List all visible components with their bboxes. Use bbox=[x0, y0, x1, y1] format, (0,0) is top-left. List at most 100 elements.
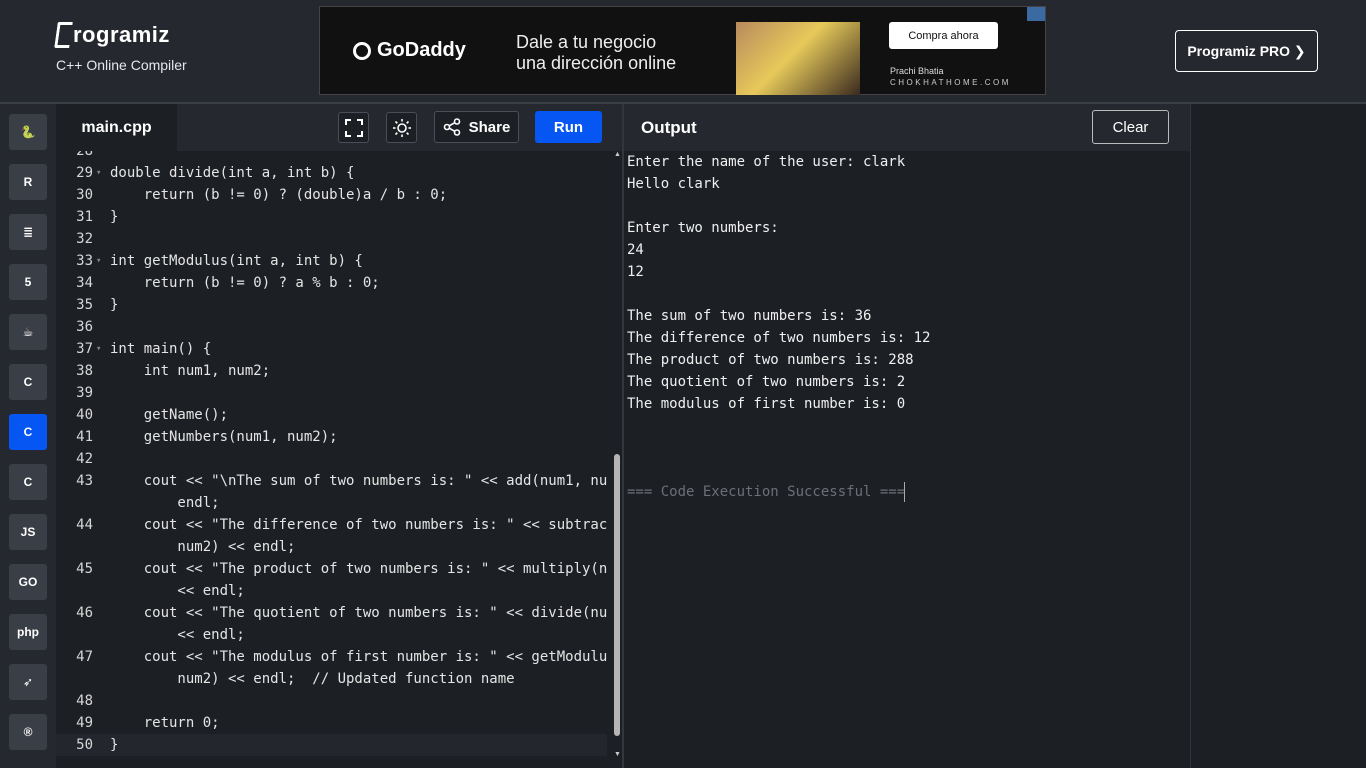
code-line[interactable]: 42 bbox=[56, 448, 607, 470]
code-text: } bbox=[110, 737, 119, 753]
scroll-down-icon[interactable]: ▼ bbox=[613, 751, 622, 758]
fold-arrow-icon[interactable]: ▾ bbox=[96, 162, 101, 184]
code-line[interactable]: << endl; bbox=[56, 624, 607, 646]
language-button-python[interactable]: 🐍 bbox=[9, 114, 47, 150]
code-text: << endl; bbox=[110, 583, 245, 599]
line-number: 49 bbox=[76, 715, 93, 731]
language-button-javascript[interactable]: JS bbox=[9, 514, 47, 550]
code-line[interactable]: 35} bbox=[56, 294, 607, 316]
programiz-pro-button[interactable]: Programiz PRO ❯ bbox=[1175, 30, 1318, 72]
ad-person-name: Prachi Bhatia bbox=[890, 66, 944, 76]
language-button-r[interactable]: R bbox=[9, 164, 47, 200]
code-line[interactable]: 44 cout << "The difference of two number… bbox=[56, 514, 607, 536]
code-line[interactable]: 50} bbox=[56, 734, 607, 756]
run-button[interactable]: Run bbox=[535, 111, 602, 143]
line-number: 46 bbox=[76, 605, 93, 621]
code-line[interactable]: 48 bbox=[56, 690, 607, 712]
code-text: getName(); bbox=[110, 407, 229, 423]
code-line[interactable]: 38 int num1, num2; bbox=[56, 360, 607, 382]
code-text: return 0; bbox=[110, 715, 220, 731]
share-button[interactable]: Share bbox=[434, 111, 519, 143]
top-bar: rogramiz C++ Online Compiler GoDaddy Dal… bbox=[0, 0, 1366, 104]
code-line[interactable]: 36 bbox=[56, 316, 607, 338]
output-line: The difference of two numbers is: 12 bbox=[627, 330, 931, 346]
output-line: The product of two numbers is: 288 bbox=[627, 352, 914, 368]
rust-icon: ® bbox=[23, 725, 33, 739]
line-number: 37 bbox=[76, 341, 93, 357]
code-line[interactable]: 40 getName(); bbox=[56, 404, 607, 426]
share-icon bbox=[443, 118, 460, 136]
language-button-c[interactable]: C bbox=[9, 364, 47, 400]
javascript-icon: JS bbox=[20, 525, 36, 539]
code-line[interactable]: num2) << endl; bbox=[56, 536, 607, 558]
code-text: endl; bbox=[110, 495, 220, 511]
scroll-up-icon[interactable]: ▲ bbox=[613, 151, 622, 158]
code-line[interactable]: 41 getNumbers(num1, num2); bbox=[56, 426, 607, 448]
code-text: } bbox=[110, 209, 119, 225]
code-line[interactable]: 31} bbox=[56, 206, 607, 228]
editor-toolbar: main.cpp Share Run bbox=[56, 104, 622, 151]
editor-scrollbar-thumb[interactable] bbox=[614, 454, 620, 736]
editor-scrollbar[interactable]: ▲ ▼ bbox=[613, 151, 622, 758]
ad-close-icon[interactable] bbox=[1027, 7, 1045, 21]
output-line: 24 bbox=[627, 242, 644, 258]
code-text: cout << "The difference of two numbers i… bbox=[110, 517, 608, 533]
language-button-sql[interactable]: ≣ bbox=[9, 214, 47, 250]
code-text: num2) << endl; // Updated function name bbox=[110, 671, 515, 687]
output-line: 12 bbox=[627, 264, 644, 280]
code-text: int getModulus(int a, int b) { bbox=[110, 253, 363, 269]
code-text: } bbox=[110, 297, 119, 313]
line-number: 40 bbox=[76, 407, 93, 423]
language-button-php[interactable]: php bbox=[9, 614, 47, 650]
code-line[interactable]: 28 bbox=[56, 151, 607, 162]
line-number: 43 bbox=[76, 473, 93, 489]
line-number: 34 bbox=[76, 275, 93, 291]
language-button-csharp[interactable]: C bbox=[9, 464, 47, 500]
code-line[interactable]: 33 ▾ int getModulus(int a, int b) { bbox=[56, 250, 607, 272]
language-button-rust[interactable]: ® bbox=[9, 714, 47, 750]
code-line[interactable]: << endl; bbox=[56, 580, 607, 602]
java-icon: ☕ bbox=[22, 325, 34, 339]
code-line[interactable]: 43 cout << "\nThe sum of two numbers is:… bbox=[56, 470, 607, 492]
code-line[interactable]: 47 cout << "The modulus of first number … bbox=[56, 646, 607, 668]
ad-cta-button[interactable]: Compra ahora bbox=[889, 22, 998, 49]
code-line[interactable]: 49 return 0; bbox=[56, 712, 607, 734]
code-line[interactable]: 30 return (b != 0) ? (double)a / b : 0; bbox=[56, 184, 607, 206]
code-editor[interactable]: 28 29 ▾ double divide(int a, int b) {30 ret… bbox=[56, 151, 613, 768]
code-text: cout << "The quotient of two numbers is:… bbox=[110, 605, 608, 621]
output-line: The quotient of two numbers is: 2 bbox=[627, 374, 906, 390]
code-line[interactable]: 39 bbox=[56, 382, 607, 404]
language-button-swift[interactable]: ➶ bbox=[9, 664, 47, 700]
line-number: 44 bbox=[76, 517, 93, 533]
right-empty-panel bbox=[1190, 104, 1366, 768]
line-number: 33 bbox=[76, 253, 93, 269]
fold-arrow-icon[interactable]: ▾ bbox=[96, 338, 101, 360]
fullscreen-button[interactable] bbox=[338, 112, 369, 143]
code-line[interactable]: 45 cout << "The product of two numbers i… bbox=[56, 558, 607, 580]
language-button-cpp[interactable]: C bbox=[9, 414, 47, 450]
programiz-logo[interactable]: rogramiz C++ Online Compiler bbox=[54, 22, 187, 73]
fold-arrow-icon[interactable]: ▾ bbox=[96, 250, 101, 272]
code-text: double divide(int a, int b) { bbox=[110, 165, 355, 181]
language-button-go[interactable]: GO bbox=[9, 564, 47, 600]
code-line[interactable]: 29 ▾ double divide(int a, int b) { bbox=[56, 162, 607, 184]
advertisement-banner[interactable]: GoDaddy Dale a tu negocio una dirección … bbox=[319, 6, 1046, 95]
code-line[interactable]: 32 bbox=[56, 228, 607, 250]
logo-text: rogramiz bbox=[73, 22, 170, 47]
code-text: num2) << endl; bbox=[110, 539, 296, 555]
code-line[interactable]: 46 cout << "The quotient of two numbers … bbox=[56, 602, 607, 624]
language-button-java[interactable]: ☕ bbox=[9, 314, 47, 350]
line-number: 30 bbox=[76, 187, 93, 203]
output-console[interactable]: Enter the name of the user: clark Hello c… bbox=[624, 151, 1190, 768]
code-text: cout << "The product of two numbers is: … bbox=[110, 561, 608, 577]
language-button-html[interactable]: 5 bbox=[9, 264, 47, 300]
code-line[interactable]: 37 ▾ int main() { bbox=[56, 338, 607, 360]
file-tab-main-cpp[interactable]: main.cpp bbox=[56, 104, 177, 151]
clear-button[interactable]: Clear bbox=[1092, 110, 1169, 144]
text-cursor bbox=[904, 482, 905, 502]
code-line[interactable]: num2) << endl; // Updated function name bbox=[56, 668, 607, 690]
output-line: Hello clark bbox=[627, 176, 720, 192]
code-line[interactable]: endl; bbox=[56, 492, 607, 514]
theme-toggle-button[interactable] bbox=[386, 112, 417, 143]
code-line[interactable]: 34 return (b != 0) ? a % b : 0; bbox=[56, 272, 607, 294]
